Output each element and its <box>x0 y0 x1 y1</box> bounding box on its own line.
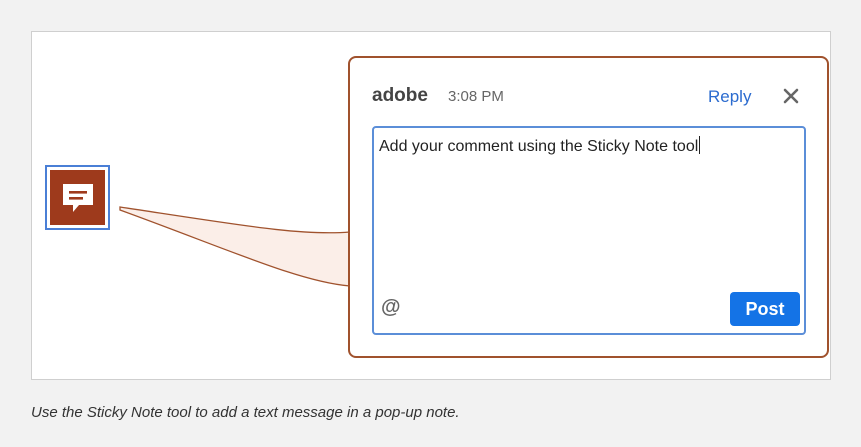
figure-caption: Use the Sticky Note tool to add a text m… <box>31 404 460 421</box>
comment-text: Add your comment using the Sticky Note t… <box>379 138 699 155</box>
comment-author: adobe <box>372 85 428 106</box>
close-icon[interactable] <box>780 85 802 107</box>
reply-link[interactable]: Reply <box>708 87 751 107</box>
comment-popup: adobe 3:08 PM Reply Add your comment usi… <box>348 56 829 358</box>
sticky-note-icon[interactable] <box>45 165 110 230</box>
post-button[interactable]: Post <box>730 292 800 326</box>
comment-input[interactable]: Add your comment using the Sticky Note t… <box>372 126 806 335</box>
mention-button[interactable]: @ <box>381 296 401 319</box>
comment-timestamp: 3:08 PM <box>448 88 504 105</box>
text-caret <box>699 136 701 154</box>
comment-icon <box>50 170 105 225</box>
